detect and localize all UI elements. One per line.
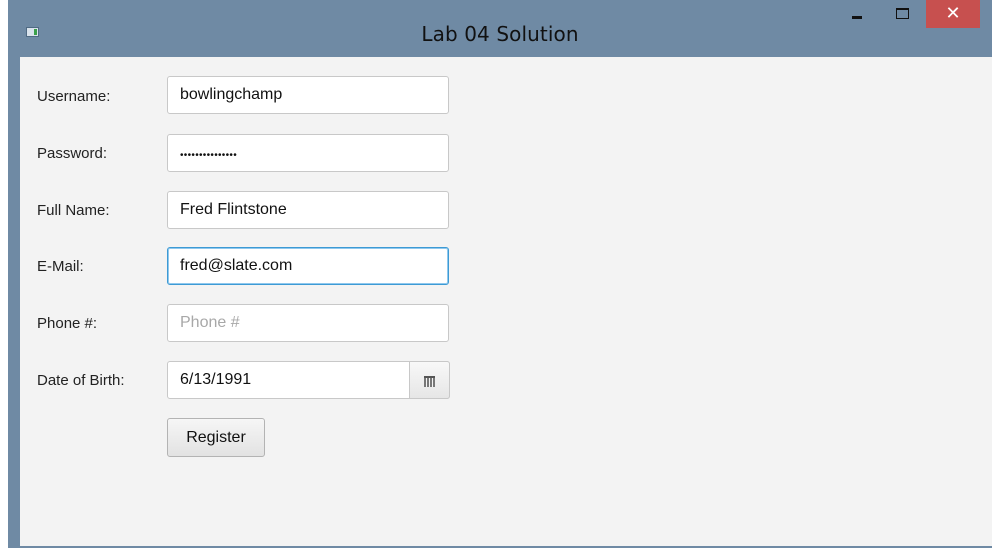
close-button[interactable]: ✕ — [926, 0, 980, 28]
full-name-field[interactable] — [167, 191, 449, 229]
title-bar[interactable]: Lab 04 Solution ✕ — [8, 0, 992, 57]
date-of-birth-picker[interactable]: 6/13/1991 — [167, 361, 450, 399]
phone-label: Phone #: — [37, 315, 98, 332]
phone-field[interactable] — [167, 304, 449, 342]
minimize-button[interactable] — [844, 0, 872, 28]
form-panel: Username: Password: ••••••••••••••• Full… — [20, 57, 992, 546]
date-of-birth-value[interactable]: 6/13/1991 — [180, 371, 251, 389]
password-field[interactable]: ••••••••••••••• — [167, 134, 449, 172]
username-label: Username: — [37, 88, 111, 105]
email-field[interactable] — [167, 247, 449, 285]
app-window: Lab 04 Solution ✕ Username: Password: ••… — [8, 0, 992, 548]
calendar-icon — [424, 376, 435, 387]
date-of-birth-label: Date of Birth: — [37, 372, 125, 389]
password-mask: ••••••••••••••• — [180, 150, 238, 161]
close-icon: ✕ — [945, 3, 961, 24]
email-label: E-Mail: — [37, 258, 84, 275]
username-field[interactable] — [167, 76, 449, 114]
password-label: Password: — [37, 145, 108, 162]
calendar-button[interactable] — [409, 361, 450, 399]
maximize-button[interactable] — [888, 0, 918, 28]
full-name-label: Full Name: — [37, 202, 110, 219]
register-button[interactable]: Register — [167, 418, 265, 457]
